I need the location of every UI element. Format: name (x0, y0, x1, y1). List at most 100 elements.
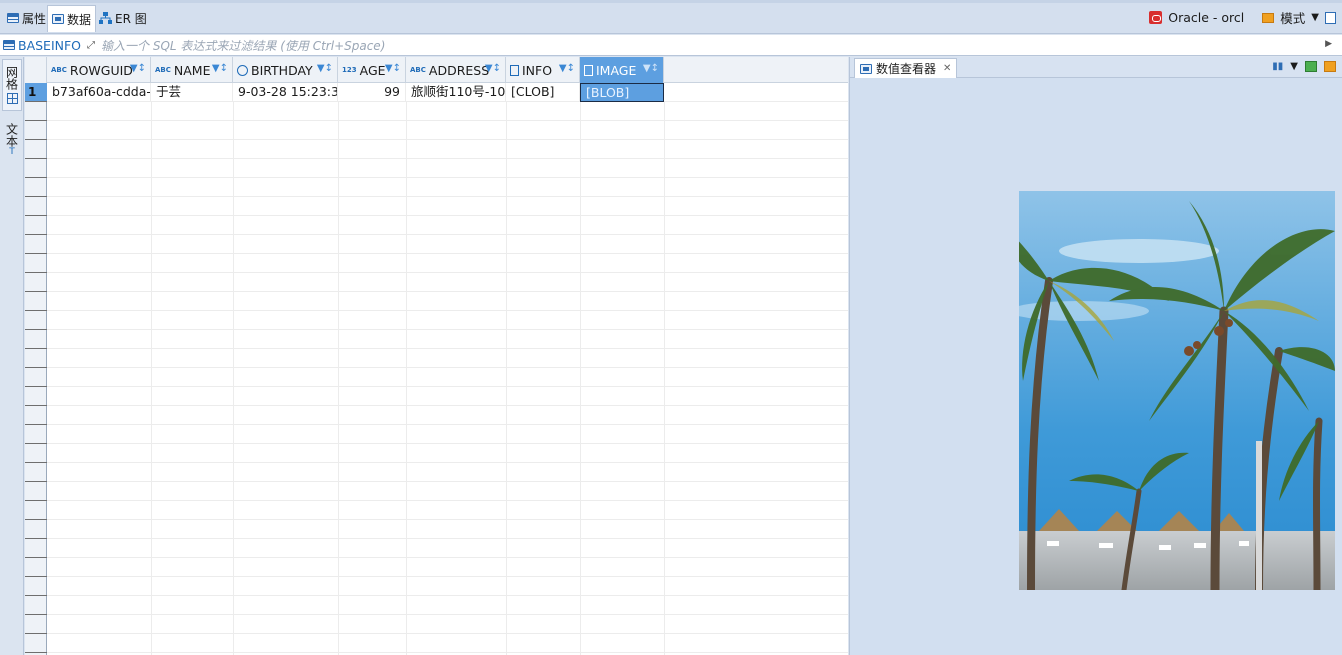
column-header-age[interactable]: 123 AGE ▼↕ (338, 57, 406, 83)
tab-properties[interactable]: 属性 (3, 5, 50, 31)
sort-filter-icon[interactable]: ▼↕ (643, 63, 659, 74)
viewer-icon (860, 63, 872, 74)
row-number[interactable]: 1 (25, 83, 47, 102)
empty-row-number (25, 197, 47, 216)
empty-row-number (25, 520, 47, 539)
column-name: AGE (359, 62, 386, 78)
empty-row-number (25, 406, 47, 425)
empty-row (47, 596, 848, 615)
empty-row (47, 387, 848, 406)
empty-row (47, 121, 848, 140)
cell-info[interactable]: [CLOB] (506, 83, 580, 102)
sort-filter-icon[interactable]: ▼↕ (385, 63, 401, 74)
empty-row (47, 330, 848, 349)
cell-birthday[interactable]: 9-03-28 15:23:32 (233, 83, 338, 102)
connection-toolbar: Oracle - orcl 模式 ▼ (1149, 8, 1336, 27)
table-row[interactable]: b73af60a-cdda-4 于芸 9-03-28 15:23:32 99 旅… (47, 83, 848, 102)
column-divider (580, 102, 581, 655)
save-icon[interactable] (1305, 61, 1317, 72)
empty-row (47, 178, 848, 197)
column-header-address[interactable]: ABC ADDRESS ▼↕ (406, 57, 506, 83)
empty-row (47, 520, 848, 539)
binoculars-icon[interactable]: ▮▮ (1272, 61, 1283, 72)
filter-run-arrow-icon[interactable]: ▶ (1325, 39, 1332, 49)
empty-row (47, 235, 848, 254)
grid-view-icon (6, 93, 18, 104)
image-preview (1019, 191, 1335, 590)
schema-selector[interactable]: 模式 (1280, 8, 1305, 27)
empty-row-number (25, 425, 47, 444)
sort-filter-icon[interactable]: ▼↕ (485, 63, 501, 74)
column-divider (664, 102, 665, 655)
filter-input[interactable]: 输入一个 SQL 表达式来过滤结果 (使用 Ctrl+Space) (101, 37, 385, 54)
empty-row-number (25, 615, 47, 634)
empty-row (47, 558, 848, 577)
dropdown-arrow-icon[interactable]: ▼ (1290, 61, 1298, 72)
empty-row-number (25, 178, 47, 197)
view-tab-grid-label: 网格 (4, 66, 19, 90)
empty-row (47, 140, 848, 159)
row-number-header (25, 57, 47, 83)
tab-er-diagram[interactable]: ER 图 (95, 5, 151, 31)
panel-toggle-icon[interactable] (1325, 11, 1336, 24)
column-name: ROWGUID (69, 62, 133, 78)
column-header-name[interactable]: ABC NAME ▼↕ (151, 57, 233, 83)
value-viewer-tab[interactable]: 数值查看器 ✕ (854, 58, 958, 78)
empty-row (47, 577, 848, 596)
dropdown-arrow-icon[interactable]: ▼ (1311, 12, 1319, 23)
cell-address[interactable]: 旅顺街110号-10- (406, 83, 506, 102)
column-header-info[interactable]: INFO ▼↕ (506, 57, 580, 83)
sort-filter-icon[interactable]: ▼↕ (317, 63, 333, 74)
sort-filter-icon[interactable]: ▼↕ (130, 63, 146, 74)
empty-row-number (25, 140, 47, 159)
oracle-connection-icon (1149, 11, 1163, 24)
view-tab-text-label: 文本 (4, 123, 19, 147)
table-name: BASEINFO (18, 37, 82, 53)
connection-selector[interactable]: Oracle - orcl (1168, 10, 1244, 25)
palm-beach-image (1019, 191, 1335, 590)
empty-row-number (25, 634, 47, 653)
empty-row (47, 501, 848, 520)
view-tab-text[interactable]: 文本 T (2, 117, 22, 163)
expand-icon[interactable]: ⤢ (87, 40, 95, 51)
grid-icon (52, 14, 64, 24)
value-viewer-panel: 数值查看器 ✕ ▮▮ ▼ (849, 57, 1342, 655)
column-divider (233, 102, 234, 655)
document-icon (510, 64, 519, 76)
view-tab-grid[interactable]: 网格 (2, 59, 22, 111)
table-name-label[interactable]: BASEINFO (3, 38, 81, 53)
empty-row (47, 634, 848, 653)
tab-data[interactable]: 数据 (47, 5, 97, 32)
er-diagram-icon (99, 12, 112, 24)
cell-image-selected[interactable]: [BLOB] (580, 83, 664, 102)
empty-row-number (25, 330, 47, 349)
column-header-image[interactable]: IMAGE ▼↕ (580, 57, 664, 83)
table-icon (7, 13, 19, 23)
empty-row-number (25, 349, 47, 368)
string-type-icon: ABC (155, 66, 171, 74)
tab-data-label: 数据 (67, 12, 92, 27)
empty-row (47, 444, 848, 463)
sort-filter-icon[interactable]: ▼↕ (212, 63, 228, 74)
close-icon[interactable]: ✕ (943, 63, 951, 74)
empty-row (47, 102, 848, 121)
cell-name[interactable]: 于芸 (151, 83, 233, 102)
open-folder-icon[interactable] (1324, 61, 1336, 72)
string-type-icon: ABC (410, 66, 426, 74)
cell-rowguid[interactable]: b73af60a-cdda-4 (47, 83, 151, 102)
column-header-birthday[interactable]: BIRTHDAY ▼↕ (233, 57, 338, 83)
empty-row-number (25, 311, 47, 330)
empty-row (47, 615, 848, 634)
results-grid[interactable]: ABC ROWGUID ▼↕ ABC NAME ▼↕ BIRTHDAY ▼↕ 1… (25, 57, 848, 655)
top-stripe (0, 0, 1342, 3)
empty-row (47, 463, 848, 482)
empty-row-number (25, 501, 47, 520)
empty-row-number (25, 235, 47, 254)
column-header-rowguid[interactable]: ABC ROWGUID ▼↕ (47, 57, 151, 83)
cell-age[interactable]: 99 (338, 83, 406, 102)
viewer-toolbar: ▮▮ ▼ (1272, 61, 1336, 72)
empty-row-number (25, 216, 47, 235)
sort-filter-icon[interactable]: ▼↕ (559, 63, 575, 74)
empty-row-number (25, 539, 47, 558)
text-view-icon: T (9, 147, 15, 157)
